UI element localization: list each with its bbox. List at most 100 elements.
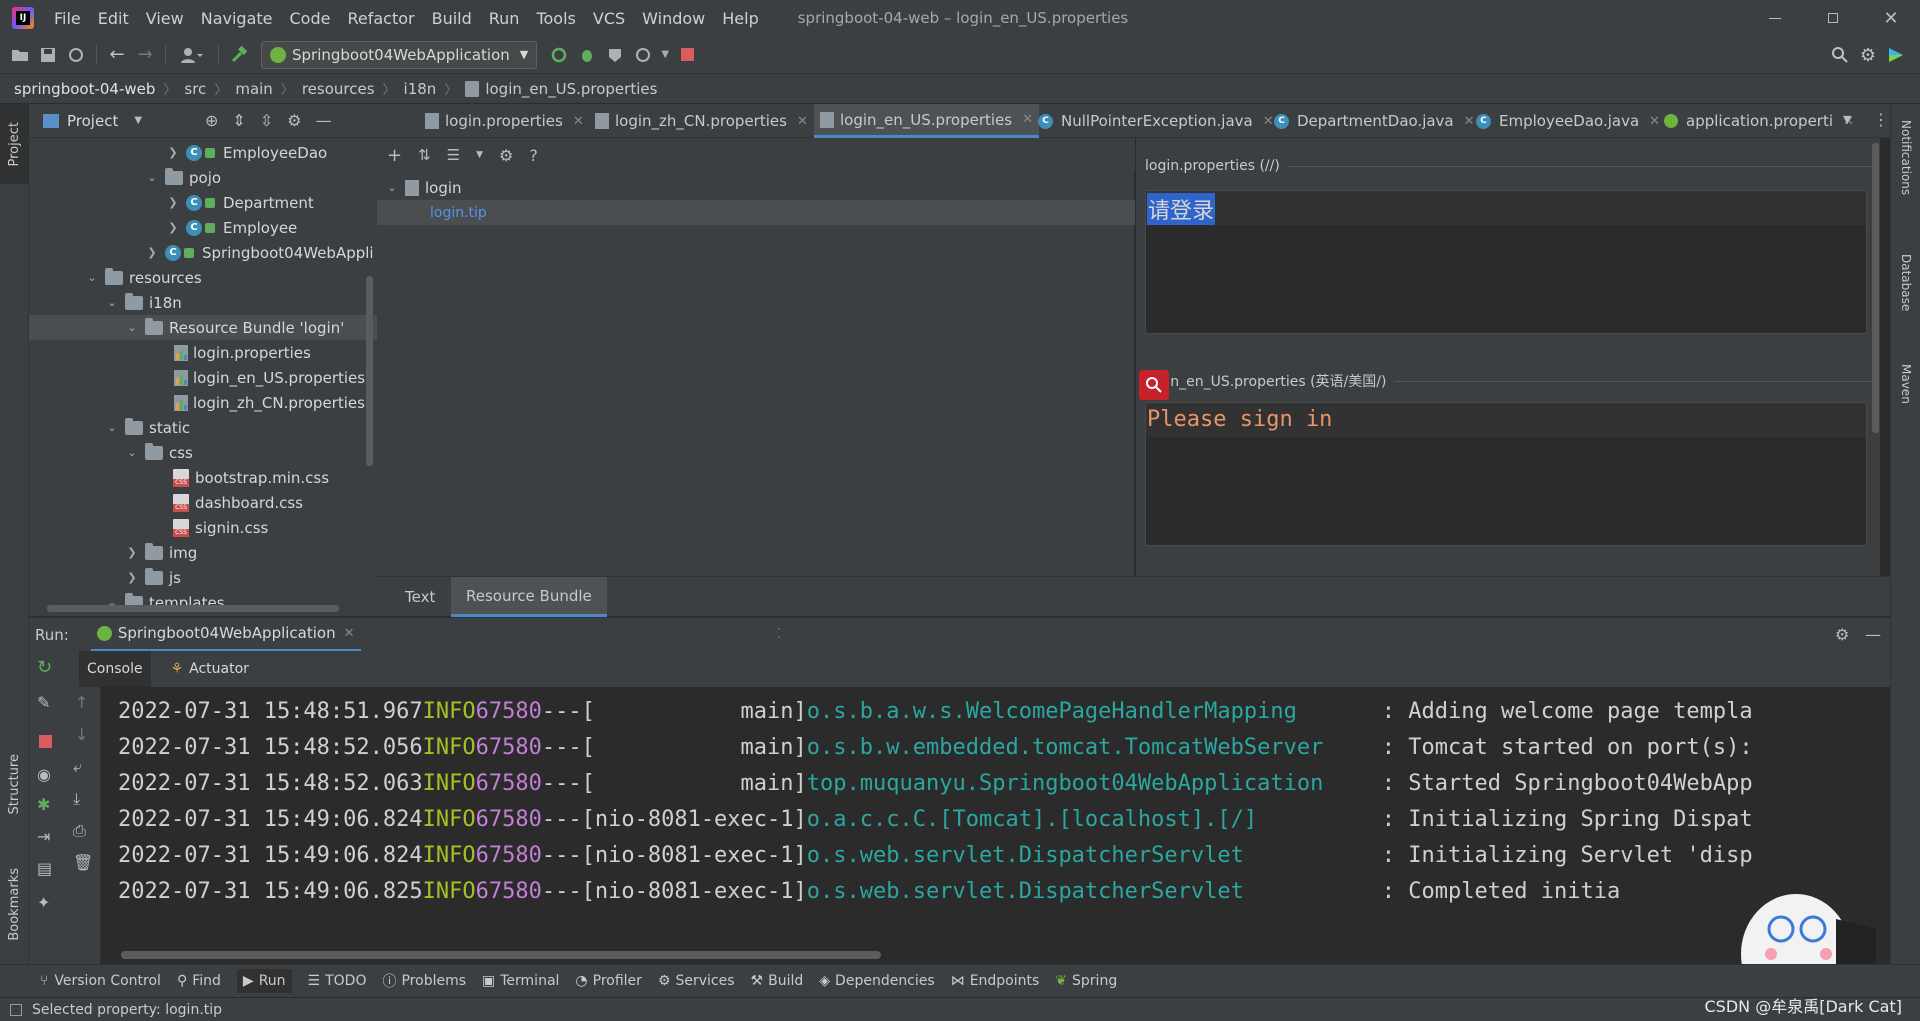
chevron-down-icon[interactable]: ⌄	[105, 421, 119, 434]
user-icon[interactable]	[172, 41, 212, 69]
restore-icon[interactable]	[1804, 13, 1862, 23]
log-logger[interactable]: top.muquanyu.Springboot04WebApplication	[807, 771, 1382, 796]
menu-edit[interactable]: Edit	[98, 9, 129, 28]
breadcrumb-project[interactable]: springboot-04-web	[14, 80, 155, 98]
hide-panel-icon[interactable]: —	[316, 111, 332, 130]
tree-item-resources[interactable]: ⌄ resources	[29, 265, 377, 290]
save-icon[interactable]	[34, 41, 62, 69]
debug-bug-icon[interactable]: ✱	[37, 795, 50, 814]
print-icon[interactable]: ⎙	[73, 821, 86, 841]
close-tab-icon[interactable]: ✕	[797, 114, 808, 129]
menu-tools[interactable]: Tools	[536, 9, 575, 28]
modify-run-config-icon[interactable]: ✎	[37, 693, 50, 712]
add-property-icon[interactable]: +	[387, 145, 402, 166]
tree-item-pojo[interactable]: ⌄ pojo	[29, 165, 377, 190]
debug-bug-icon[interactable]	[573, 41, 601, 69]
search-icon[interactable]	[1826, 41, 1854, 69]
tool-dependencies[interactable]: ◈ Dependencies	[819, 973, 934, 989]
console-horizontal-scrollbar[interactable]	[121, 951, 881, 959]
tab-login-en-us-properties[interactable]: login_en_US.properties ✕	[814, 104, 1039, 138]
breadcrumb-main[interactable]: main	[235, 80, 272, 98]
menu-window[interactable]: Window	[642, 9, 705, 28]
chevron-right-icon[interactable]: ❯	[125, 546, 139, 559]
tab-departmentdao[interactable]: C DepartmentDao.java ✕	[1268, 104, 1481, 138]
tree-item-i18n[interactable]: ⌄ i18n	[29, 290, 377, 315]
stripe-notifications-button[interactable]: Notifications	[1891, 120, 1920, 230]
expand-all-icon[interactable]: ⇕	[232, 111, 245, 130]
scroll-to-end-icon[interactable]: ⤓	[73, 789, 80, 809]
default-value-editor[interactable]: 请登录	[1145, 190, 1867, 334]
layout-icon[interactable]: ▤	[37, 859, 52, 878]
back-icon[interactable]: ←	[103, 41, 131, 69]
tree-item-application-class[interactable]: ❯ C Springboot04WebAppli	[29, 240, 377, 265]
stripe-maven-button[interactable]: Maven	[1891, 364, 1920, 434]
profile-icon[interactable]	[629, 41, 657, 69]
tree-item-signin-css[interactable]: signin.css	[29, 515, 377, 540]
tree-item-login-properties[interactable]: login.properties	[29, 340, 377, 365]
tool-version-control[interactable]: ⑂ Version Control	[40, 973, 161, 989]
chevron-right-icon[interactable]: ❯	[145, 246, 159, 259]
tool-terminal[interactable]: ▣ Terminal	[482, 973, 559, 989]
scroll-down-icon[interactable]: ↓	[75, 725, 88, 744]
scroll-up-icon[interactable]: ↑	[75, 693, 88, 712]
tool-profiler[interactable]: ◔ Profiler	[575, 973, 642, 989]
tree-item-css[interactable]: ⌄ css	[29, 440, 377, 465]
breadcrumb-src[interactable]: src	[184, 80, 206, 98]
tree-item-employee[interactable]: ❯ C Employee	[29, 215, 377, 240]
tree-item-static[interactable]: ⌄ static	[29, 415, 377, 440]
log-logger[interactable]: o.s.b.w.embedded.tomcat.TomcatWebServer	[807, 735, 1382, 760]
stripe-structure-button[interactable]: Structure	[0, 734, 29, 834]
sync-icon[interactable]	[62, 41, 90, 69]
minimize-icon[interactable]	[1746, 17, 1804, 19]
stop-icon[interactable]	[39, 735, 52, 748]
chevron-down-icon[interactable]: ⌄	[145, 171, 159, 184]
exit-icon[interactable]: ⇥	[37, 827, 50, 846]
run-config-select[interactable]: Springboot04WebApplication ▼	[261, 40, 538, 69]
breadcrumb-resources[interactable]: resources	[302, 80, 375, 98]
run-config-tab[interactable]: Springboot04WebApplication ✕	[90, 618, 361, 652]
chevron-right-icon[interactable]: ❯	[125, 571, 139, 584]
rerun-icon[interactable]: ↻	[37, 657, 52, 678]
chevron-down-icon[interactable]: ⌄	[125, 321, 139, 334]
menu-vcs[interactable]: VCS	[593, 9, 625, 28]
menu-refactor[interactable]: Refactor	[347, 9, 414, 28]
gear-icon[interactable]: ⚙	[499, 146, 513, 165]
chevron-down-icon[interactable]: ⌄	[125, 446, 139, 459]
console-output[interactable]: 2022-07-31 15:48:51.967 INFO 67580 --- […	[101, 687, 1890, 964]
coverage-icon[interactable]	[601, 41, 629, 69]
chevron-down-icon[interactable]: ⌄	[105, 296, 119, 309]
project-panel-title[interactable]: Project	[67, 112, 118, 130]
camera-icon[interactable]: ◉	[37, 765, 51, 784]
stripe-database-button[interactable]: Database	[1891, 254, 1920, 344]
menu-code[interactable]: Code	[290, 9, 331, 28]
menu-build[interactable]: Build	[432, 9, 472, 28]
gear-icon[interactable]: ⚙	[287, 111, 301, 130]
menu-file[interactable]: File	[54, 9, 81, 28]
tab-employeedao[interactable]: C EmployeeDao.java ✕	[1470, 104, 1666, 138]
tab-login-zh-cn-properties[interactable]: login_zh_CN.properties ✕	[589, 104, 814, 138]
tab-resource-bundle[interactable]: Resource Bundle	[451, 577, 607, 617]
tree-item-resource-bundle[interactable]: ⌄ Resource Bundle 'login'	[29, 315, 377, 340]
tool-build[interactable]: ⚒ Build	[751, 973, 804, 989]
tab-application-properties[interactable]: application.properti ✕	[1658, 104, 1860, 138]
hide-panel-icon[interactable]: —	[1865, 625, 1881, 644]
tool-todo[interactable]: ☰ TODO	[308, 973, 367, 989]
rerun-icon[interactable]	[545, 41, 573, 69]
tab-actuator[interactable]: ⚘ Actuator	[163, 651, 257, 687]
tree-item-login-zh-cn-properties[interactable]: login_zh_CN.properties	[29, 390, 377, 415]
stripe-bookmarks-button[interactable]: Bookmarks	[0, 849, 29, 959]
values-scrollbar[interactable]	[1872, 143, 1879, 433]
log-logger[interactable]: o.a.c.c.C.[Tomcat].[localhost].[/]	[807, 807, 1382, 832]
tab-login-properties[interactable]: login.properties ✕	[419, 104, 590, 138]
tab-text[interactable]: Text	[390, 577, 450, 617]
close-icon[interactable]: ✕	[1862, 8, 1920, 29]
group-by-prefix-icon[interactable]: ☰	[447, 146, 460, 164]
stripe-project-button[interactable]: Project	[0, 104, 29, 184]
rb-node-login-tip[interactable]: login.tip	[377, 200, 1135, 225]
breadcrumb-i18n[interactable]: i18n	[404, 80, 437, 98]
tree-item-img[interactable]: ❯ img	[29, 540, 377, 565]
tab-nullpointerexception[interactable]: C NullPointerException.java ✕	[1032, 104, 1280, 138]
chevron-right-icon[interactable]: ❯	[166, 221, 180, 234]
tree-item-js[interactable]: ❯ js	[29, 565, 377, 590]
locate-crosshair-icon[interactable]: ⊕	[205, 111, 218, 130]
